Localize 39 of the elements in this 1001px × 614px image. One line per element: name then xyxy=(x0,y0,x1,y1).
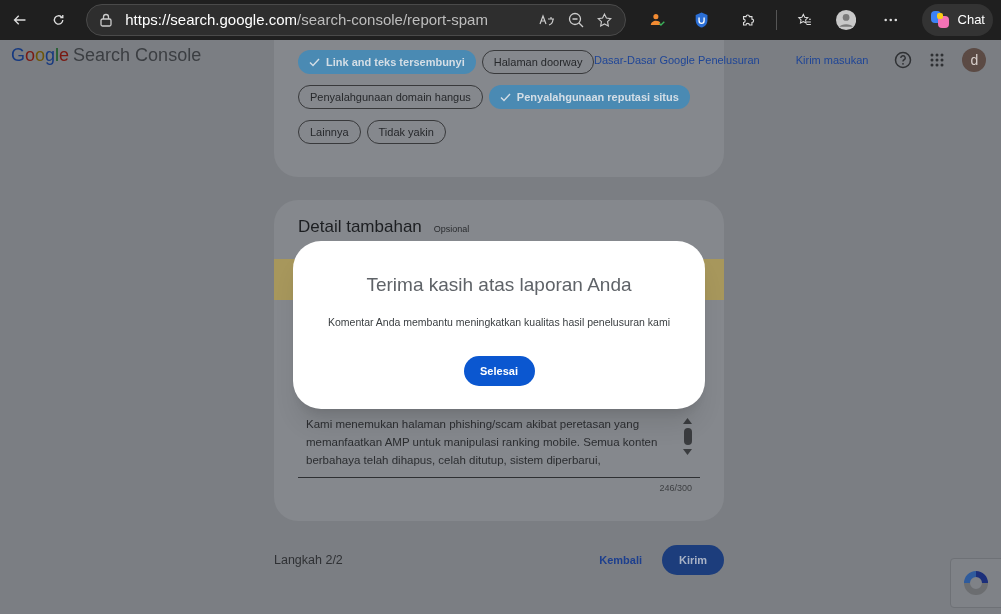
details-text: Kami menemukan halaman phishing/scam akibat peretasan yang memanfaatkan AMP untuk manipulasi ranking mobile. Semua konten berbahaya telah dihapus, celah ditutup, sistem diperbarui, xyxy=(306,417,659,468)
category-chip[interactable]: Link and teks tersembunyi xyxy=(298,50,476,74)
profile-icon[interactable] xyxy=(835,8,857,32)
url-text: https://search.google.com/search-console/report-spam xyxy=(125,9,489,30)
help-icon[interactable] xyxy=(894,51,913,69)
dialog-title: Terima kasih atas laporan Anda xyxy=(366,273,632,297)
product-name: Search Console xyxy=(73,43,202,67)
google-logo: Google xyxy=(11,43,70,67)
scroll-down-icon[interactable] xyxy=(683,449,692,455)
recaptcha-icon xyxy=(961,568,991,598)
optional-label: Opsional xyxy=(433,225,470,234)
back-link[interactable]: Kembali xyxy=(599,551,642,569)
translate-icon[interactable] xyxy=(538,12,557,28)
chat-button[interactable]: Chat xyxy=(921,4,993,36)
sparkle-logo-icon xyxy=(929,10,950,30)
scroll-up-icon[interactable] xyxy=(683,418,692,424)
puzzle-icon[interactable] xyxy=(740,11,756,29)
check-icon xyxy=(309,57,320,67)
shield-icon[interactable] xyxy=(693,10,709,30)
done-button[interactable]: Selesai xyxy=(463,356,535,387)
details-field[interactable]: Kami menemukan halaman phishing/scam akibat peretasan yang memanfaatkan AMP untuk manipulasi ranking mobile. Semua konten berbahaya telah dihapus, celah ditutup, sistem diperbarui, xyxy=(298,410,700,478)
account-avatar[interactable]: d xyxy=(962,48,987,72)
person-check-icon[interactable] xyxy=(650,11,666,29)
lock-icon[interactable] xyxy=(99,13,114,27)
star-icon[interactable] xyxy=(596,11,614,29)
dialog-message: Komentar Anda membantu meningkatkan kualitas hasil penelusuran kami xyxy=(328,314,670,330)
more-icon[interactable] xyxy=(884,18,898,22)
step-indicator: Langkah 2/2 xyxy=(274,551,344,569)
scroll-thumb[interactable] xyxy=(683,428,692,445)
section-title: Detail tambahan xyxy=(298,218,422,235)
address-bar[interactable]: https://search.google.com/search-console/report-spam xyxy=(86,4,627,36)
check-icon xyxy=(499,92,511,102)
submit-button[interactable]: Kirim xyxy=(662,545,724,575)
zoom-out-icon[interactable] xyxy=(568,12,585,28)
category-chip[interactable]: Penyalahgunaan reputasi situs xyxy=(488,85,690,109)
header-link[interactable]: Kirim masukan xyxy=(795,51,869,69)
header-link[interactable]: Dasar-Dasar Google Penelusuran xyxy=(594,51,760,69)
apps-grid-icon[interactable] xyxy=(930,53,945,67)
character-counter: 246/300 xyxy=(659,482,692,495)
